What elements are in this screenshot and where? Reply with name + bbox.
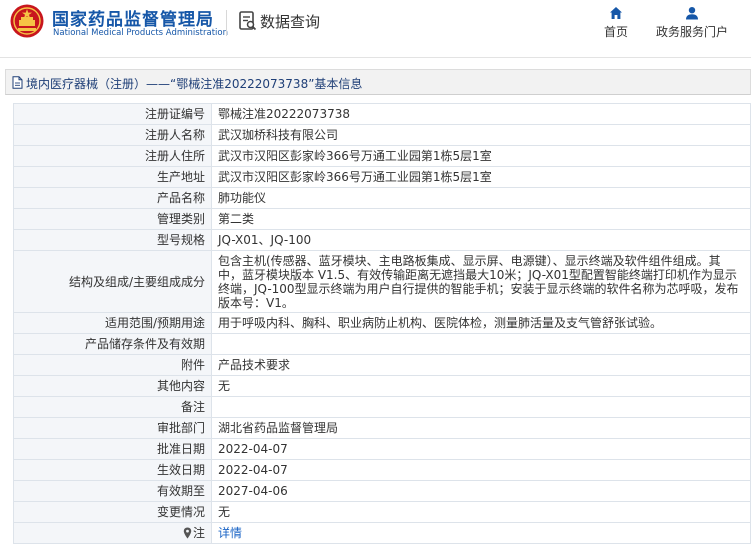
field-label: 生效日期	[13, 459, 212, 481]
field-value: 无	[211, 501, 751, 523]
field-label: 审批部门	[13, 417, 212, 439]
table-row: 生效日期 2022-04-07	[13, 459, 751, 481]
note-label-cell: 注	[13, 522, 212, 544]
table-row: 适用范围/预期用途 用于呼吸内科、胸科、职业病防止机构、医院体检，测量肺活量及支气…	[13, 312, 751, 334]
field-label: 适用范围/预期用途	[13, 312, 212, 334]
table-row: 型号规格 JQ-X01、JQ-100	[13, 229, 751, 251]
field-label: 型号规格	[13, 229, 212, 251]
table-row: 注册人名称 武汉珈桥科技有限公司	[13, 124, 751, 146]
field-value: 鄂械注准20222073738	[211, 103, 751, 125]
table-row: 变更情况无	[13, 501, 751, 523]
field-value: JQ-X01、JQ-100	[211, 229, 751, 251]
field-value: 武汉珈桥科技有限公司	[211, 124, 751, 146]
registration-detail-table: 注册证编号 鄂械注准20222073738 注册人名称 武汉珈桥科技有限公司 注册人住所…	[13, 103, 751, 544]
data-query-icon	[239, 11, 257, 31]
field-label: 注册人住所	[13, 145, 212, 167]
field-value: 武汉市汉阳区彭家岭366号万通工业园第1栋5层1室	[211, 166, 751, 188]
table-row: 注册证编号 鄂械注准20222073738	[13, 103, 751, 125]
field-label: 生产地址	[13, 166, 212, 188]
site-brand-title: 国家药品监督管理局	[52, 10, 214, 30]
field-label: 产品储存条件及有效期	[13, 333, 212, 355]
national-emblem-icon	[10, 4, 44, 38]
table-row: 产品名称 肺功能仪	[13, 187, 751, 209]
nav-home[interactable]: 首页	[598, 6, 634, 40]
table-row: 审批部门 湖北省药品监督管理局	[13, 417, 751, 439]
document-icon	[12, 76, 23, 89]
details-link[interactable]: 详情	[218, 526, 242, 540]
breadcrumb-text: 境内医疗器械（注册）——“鄂械注准20222073738”基本信息	[26, 77, 363, 91]
table-row: 批准日期 2022-04-07	[13, 438, 751, 460]
field-label: 批准日期	[13, 438, 212, 460]
table-row-note: 注详情	[13, 522, 751, 544]
field-label: 管理类别	[13, 208, 212, 230]
nav-home-label: 首页	[603, 25, 628, 39]
breadcrumb: 境内医疗器械（注册）——“鄂械注准20222073738”基本信息	[5, 69, 751, 95]
field-value: 第二类	[211, 208, 751, 230]
table-row: 产品储存条件及有效期	[13, 333, 751, 355]
site-header: 国家药品监督管理局 National Medical Products Admi…	[0, 0, 751, 58]
field-label: 注册人名称	[13, 124, 212, 146]
table-row: 有效期至 2027-04-06	[13, 480, 751, 502]
user-icon	[686, 7, 698, 20]
field-label: 注册证编号	[13, 103, 212, 125]
page-title: 数据查询	[260, 13, 321, 31]
field-value: 产品技术要求	[211, 354, 751, 376]
table-row: 其他内容无	[13, 375, 751, 397]
nav-government-services[interactable]: 政务服务门户	[650, 6, 734, 40]
field-value	[211, 396, 751, 418]
field-label: 变更情况	[13, 501, 212, 523]
field-value: 用于呼吸内科、胸科、职业病防止机构、医院体检，测量肺活量及支气管舒张试验。	[211, 312, 751, 334]
note-value-cell: 详情	[211, 522, 751, 544]
field-label: 产品名称	[13, 187, 212, 209]
table-row: 生产地址 武汉市汉阳区彭家岭366号万通工业园第1栋5层1室	[13, 166, 751, 188]
field-label: 有效期至	[13, 480, 212, 502]
field-label: 备注	[13, 396, 212, 418]
field-value: 湖北省药品监督管理局	[211, 417, 751, 439]
field-value: 2027-04-06	[211, 480, 751, 502]
nav-services-label: 政务服务门户	[655, 25, 728, 39]
field-value	[211, 333, 751, 355]
field-label: 附件	[13, 354, 212, 376]
field-value: 2022-04-07	[211, 438, 751, 460]
field-value: 肺功能仪	[211, 187, 751, 209]
site-brand-subtitle: National Medical Products Administration	[53, 28, 228, 38]
home-icon	[610, 7, 622, 19]
field-value: 无	[211, 375, 751, 397]
table-row: 附件 产品技术要求	[13, 354, 751, 376]
field-label: 其他内容	[13, 375, 212, 397]
table-row: 结构及组成/主要组成成分 包含主机(传感器、蓝牙模块、主电路板集成、显示屏、电源键…	[13, 250, 751, 313]
field-label: 结构及组成/主要组成成分	[13, 250, 212, 313]
table-row: 注册人住所 武汉市汉阳区彭家岭366号万通工业园第1栋5层1室	[13, 145, 751, 167]
table-row: 备注	[13, 396, 751, 418]
header-divider	[226, 10, 227, 36]
note-label: 注	[192, 526, 205, 540]
field-value: 包含主机(传感器、蓝牙模块、主电路板集成、显示屏、电源键）、显示终端及软件组件组…	[211, 250, 751, 313]
pin-icon	[183, 527, 192, 539]
table-row: 管理类别 第二类	[13, 208, 751, 230]
field-value: 武汉市汉阳区彭家岭366号万通工业园第1栋5层1室	[211, 145, 751, 167]
field-value: 2022-04-07	[211, 459, 751, 481]
